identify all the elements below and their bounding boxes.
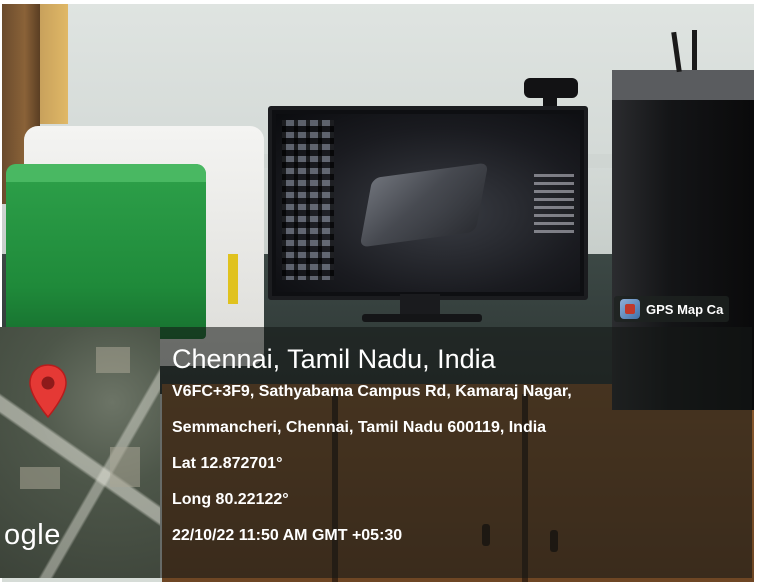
desktop-icons-grid bbox=[282, 120, 334, 280]
latitude: Lat 12.872701° bbox=[172, 455, 283, 472]
gps-map-camera-logo-icon bbox=[620, 299, 640, 319]
cpu-tower-top bbox=[612, 70, 754, 100]
map-pin-icon bbox=[29, 364, 67, 419]
monitor bbox=[268, 106, 588, 300]
monitor-base bbox=[362, 314, 482, 322]
cad-model bbox=[359, 162, 489, 248]
map-building bbox=[20, 467, 60, 489]
app-name: GPS Map Ca bbox=[646, 301, 724, 317]
gps-info-text: Chennai, Tamil Nadu, India V6FC+3F9, Sat… bbox=[172, 342, 742, 562]
webcam bbox=[524, 78, 578, 98]
wooden-frame-edge bbox=[40, 4, 68, 124]
monitor-screen bbox=[276, 114, 580, 292]
map-building bbox=[96, 347, 130, 373]
address-line-2: Semmancheri, Chennai, Tamil Nadu 600119,… bbox=[172, 419, 547, 436]
gps-app-badge: GPS Map Ca bbox=[614, 296, 730, 322]
map-provider-label: ogle bbox=[4, 519, 61, 551]
wifi-antenna bbox=[692, 30, 697, 70]
map-thumbnail: ogle bbox=[0, 327, 160, 578]
3d-printer-cover-top bbox=[6, 164, 206, 182]
longitude: Long 80.22122° bbox=[172, 491, 289, 508]
3d-printer-green-cover bbox=[6, 164, 206, 339]
software-side-panel bbox=[534, 174, 574, 234]
timestamp: 22/10/22 11:50 AM GMT +05:30 bbox=[172, 527, 403, 544]
location-title: Chennai, Tamil Nadu, India bbox=[172, 344, 496, 374]
printer-yellow-strip bbox=[228, 254, 238, 304]
map-building bbox=[110, 447, 140, 487]
address-line-1: V6FC+3F9, Sathyabama Campus Rd, Kamaraj … bbox=[172, 383, 572, 400]
